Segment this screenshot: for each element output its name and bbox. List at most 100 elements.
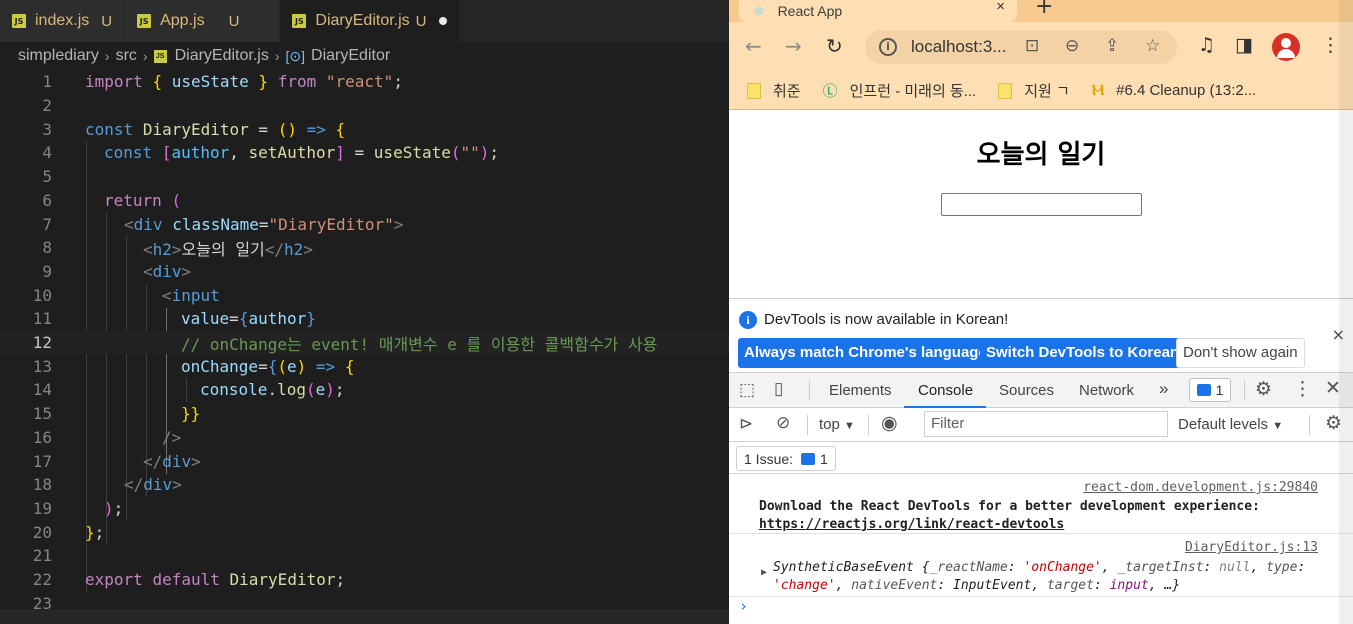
device-toolbar-icon[interactable]: ▯ [774,379,783,399]
message-source-link[interactable]: react-dom.development.js:29840 [1083,480,1318,495]
breadcrumb-item[interactable]: DiaryEditor [311,47,390,65]
new-tab-icon[interactable]: + [1035,0,1053,19]
kebab-menu-icon[interactable]: ⋮ [1321,34,1340,56]
console-filter-input[interactable]: Filter [924,411,1168,437]
issues-badge[interactable]: 1 [1189,378,1231,402]
line-code: console.log(e); [200,380,345,400]
tab-network[interactable]: Network [1079,382,1134,399]
tab-sources[interactable]: Sources [999,382,1054,399]
code-editor[interactable]: 1 import { useState } from "react"; 2 3 co… [0,70,729,624]
line-code: // onChange는 event! 매개변수 e 를 이용한 콜백함수가 사… [181,334,658,354]
tab-elements[interactable]: Elements [829,382,892,399]
expand-triangle-icon[interactable]: ▶ [761,567,767,578]
event-object-preview[interactable]: SyntheticBaseEvent {_reactName: 'onChang… [773,559,1321,595]
tab-app-js[interactable]: JS App.js U [125,0,281,42]
code-line: 3 const DiaryEditor = () => { [0,117,729,141]
forward-arrow-icon[interactable]: → [785,34,802,58]
browser-toolbar: ← → ↻ i localhost:3... ⊡ ⊖ ⇪ ☆ ♫ ◨ ⋮ [729,22,1353,72]
tab-diaryeditor-js[interactable]: JS DiaryEditor.js U [280,0,460,42]
bookmark-star-icon[interactable]: ☆ [1145,36,1160,56]
devtools-panel: i DevTools is now available in Korean! A… [729,298,1353,624]
zoom-icon[interactable]: ⊖ [1065,36,1079,56]
issues-button[interactable]: 1 Issue: 1 [736,446,836,471]
line-code: const DiaryEditor = () => { [85,119,346,139]
code-line: 6 return ( [0,189,729,213]
share-icon[interactable]: ⇪ [1105,36,1119,56]
line-code: }; [85,522,105,542]
code-line: 16 /> [0,426,729,450]
breadcrumb-item[interactable]: simplediary [18,47,99,65]
browser-tab[interactable]: ⚛ React App × [739,0,1017,22]
page-viewport: 오늘의 일기 [729,110,1353,298]
always-match-language-button[interactable]: Always match Chrome's language [738,338,993,368]
untracked-status: U [415,12,427,30]
close-tab-icon[interactable]: × [996,0,1005,14]
settings-gear-icon[interactable]: ⚙ [1255,378,1272,401]
line-code: </div> [143,451,201,471]
line-number: 5 [42,167,52,187]
code-line: 19); [0,497,729,521]
editor-tab-bar: JS index.js U JS App.js U JS DiaryEditor… [0,0,729,42]
more-tabs-icon[interactable]: » [1159,379,1168,399]
code-line: 17 </div> [0,449,729,473]
breadcrumb-item[interactable]: src [116,47,137,65]
bookmark-folder[interactable]: 취준 [747,80,801,101]
kebab-menu-icon[interactable]: ⋮ [1293,378,1312,401]
chevron-right-icon: › [142,48,148,64]
bookmark-folder[interactable]: 지원 ㄱ [998,80,1070,101]
devtools-link[interactable]: https://reactjs.org/link/react-devtools [759,517,1064,532]
code-line: 22 export default DiaryEditor; [0,568,729,592]
breadcrumb: simplediary › src › JS DiaryEditor.js › … [0,42,729,70]
bookmark-item[interactable]: Ⓛ 인프런 - 미래의 동... [823,80,977,101]
breadcrumb-item[interactable]: DiaryEditor.js [175,47,269,65]
bookmark-item[interactable]: Ⲙ #6.4 Cleanup (13:2... [1092,82,1256,99]
sidebar-toggle-icon[interactable]: ⊳ [739,414,753,434]
line-number: 1 [42,72,52,92]
code-line: 10 <input [0,283,729,307]
media-control-icon[interactable]: ♫ [1198,34,1215,56]
log-levels-dropdown[interactable]: Default levels ▼ [1178,416,1283,433]
chrome-window: ⚛ React App × + ← → ↻ i localhost:3... ⊡… [729,0,1353,624]
js-file-icon: JS [153,49,167,63]
address-bar[interactable]: i localhost:3... [865,30,1177,64]
issues-row: 1 Issue: 1 [729,442,1353,474]
browser-tab-strip: ⚛ React App × + [729,0,1353,22]
context-selector[interactable]: top ▼ [819,416,855,433]
code-line: 20}; [0,520,729,544]
language-infobar: i DevTools is now available in Korean! A… [729,299,1353,372]
tab-console[interactable]: Console [918,382,973,399]
line-number: 7 [42,214,52,234]
line-code: <h2>오늘의 일기</h2> [143,239,313,259]
code-line: 8 <h2>오늘의 일기</h2> [0,236,729,260]
clear-console-icon[interactable]: ⊘ [776,413,790,433]
back-arrow-icon[interactable]: ← [745,34,762,58]
line-code: return ( [104,190,182,210]
inspect-element-icon[interactable]: ⬚ [739,380,755,400]
bookmark-label: 인프런 - 미래의 동... [849,83,977,100]
profile-avatar[interactable] [1272,33,1300,61]
issue-count: 1 [820,450,828,467]
folder-icon [998,82,1013,99]
console-prompt[interactable]: › [739,597,748,615]
translate-icon[interactable]: ⊡ [1025,36,1039,56]
code-line: 5 [0,165,729,189]
js-file-icon: JS [292,14,307,28]
reload-icon[interactable]: ↻ [826,34,843,58]
url-text: localhost:3... [911,37,1007,56]
line-number: 12 [32,333,52,353]
site-info-icon[interactable]: i [879,38,897,56]
dont-show-again-button[interactable]: Don't show again [1176,338,1305,368]
eye-icon[interactable]: ◉ [881,412,898,435]
bookmark-label: 지원 ㄱ [1024,83,1070,100]
line-code: <div> [143,261,192,281]
unsaved-dot-icon[interactable] [438,17,447,25]
tab-index-js[interactable]: JS index.js U [0,0,126,42]
side-panel-icon[interactable]: ◨ [1235,34,1253,56]
tab-label: index.js [35,12,90,29]
switch-to-korean-button[interactable]: Switch DevTools to Korean [980,338,1186,368]
message-source-link[interactable]: DiaryEditor.js:13 [1185,540,1318,555]
line-code: value={author} [181,309,316,329]
author-input[interactable] [941,193,1142,216]
tab-label: App.js [160,12,205,29]
code-line: 4 const [author, setAuthor] = useState(""… [0,141,729,165]
